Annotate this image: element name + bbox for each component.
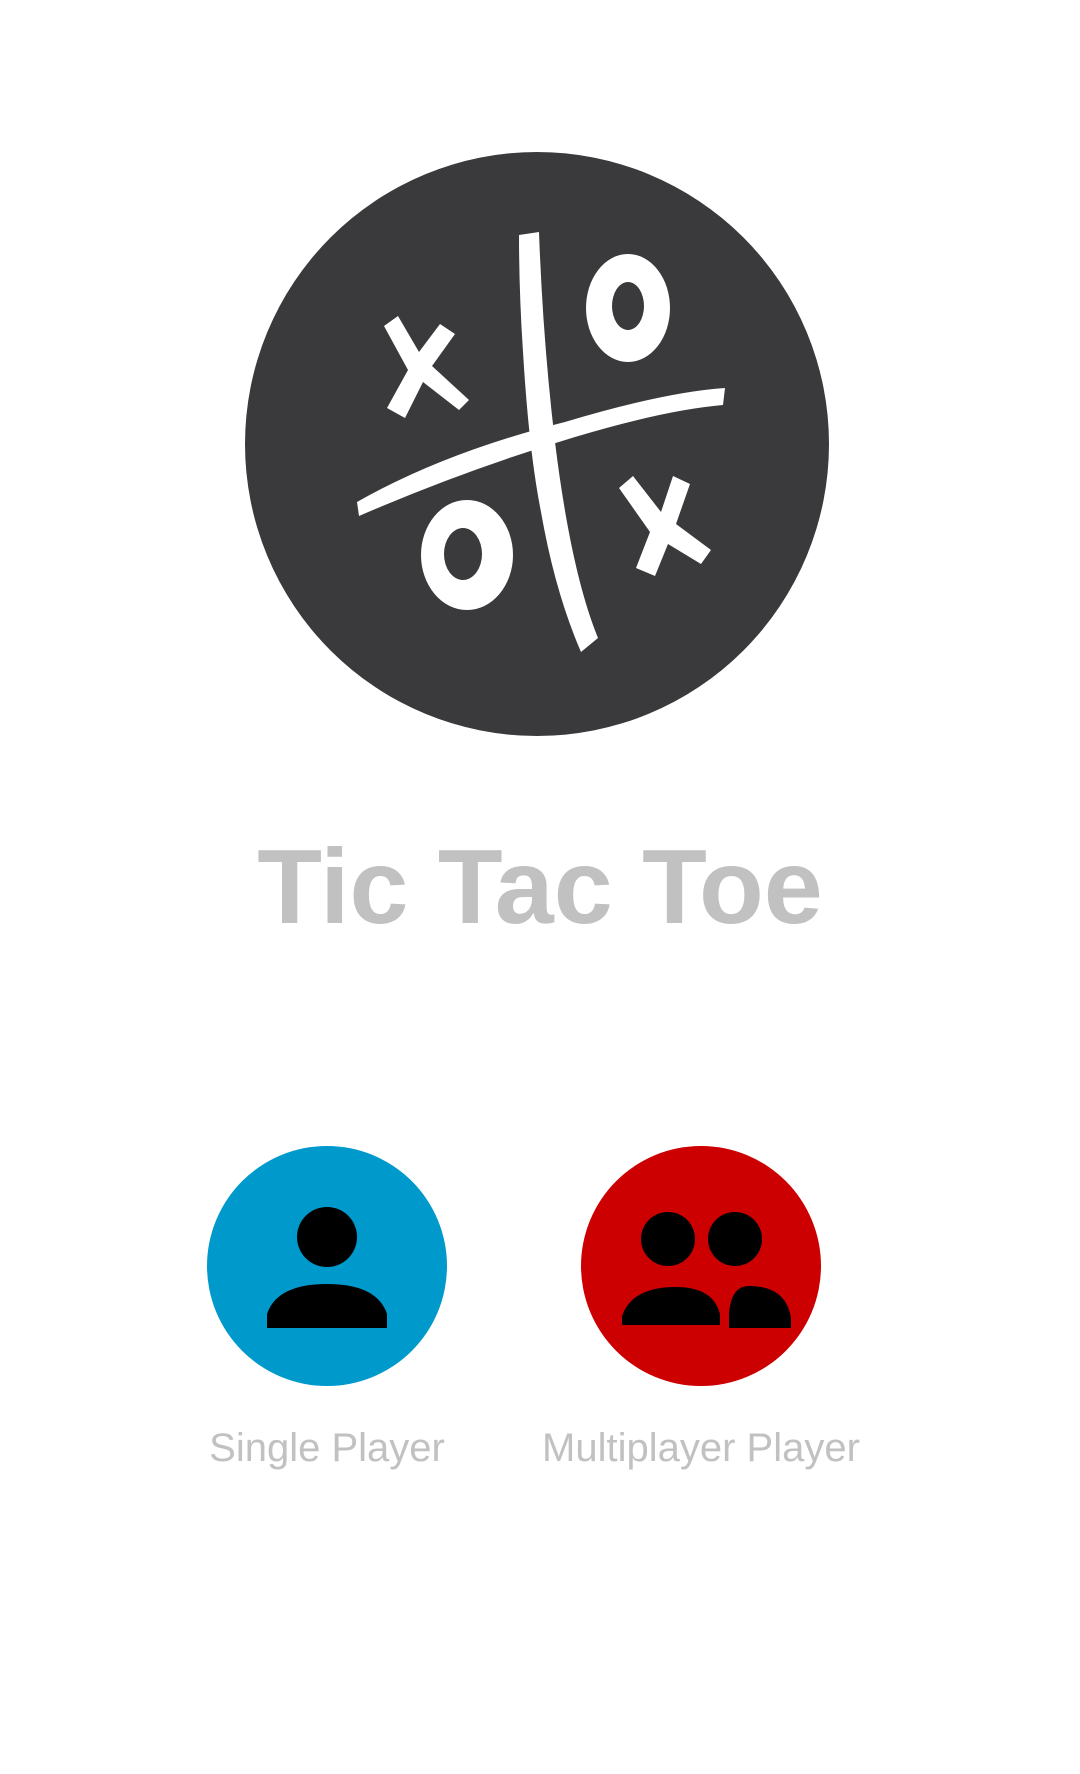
single-player-label: Single Player [209,1426,445,1470]
tic-tac-toe-board-icon [245,152,829,736]
multiplayer-option[interactable]: Multiplayer Player [521,1146,881,1472]
multiplayer-label: Multiplayer Player [542,1426,860,1470]
app-title: Tic Tac Toe [257,828,823,946]
people-icon [616,1212,791,1331]
multiplayer-button[interactable] [581,1146,821,1386]
app-logo [245,152,829,736]
single-player-option[interactable]: Single Player [147,1146,507,1472]
person-icon [267,1207,387,1328]
single-player-button[interactable] [207,1146,447,1386]
